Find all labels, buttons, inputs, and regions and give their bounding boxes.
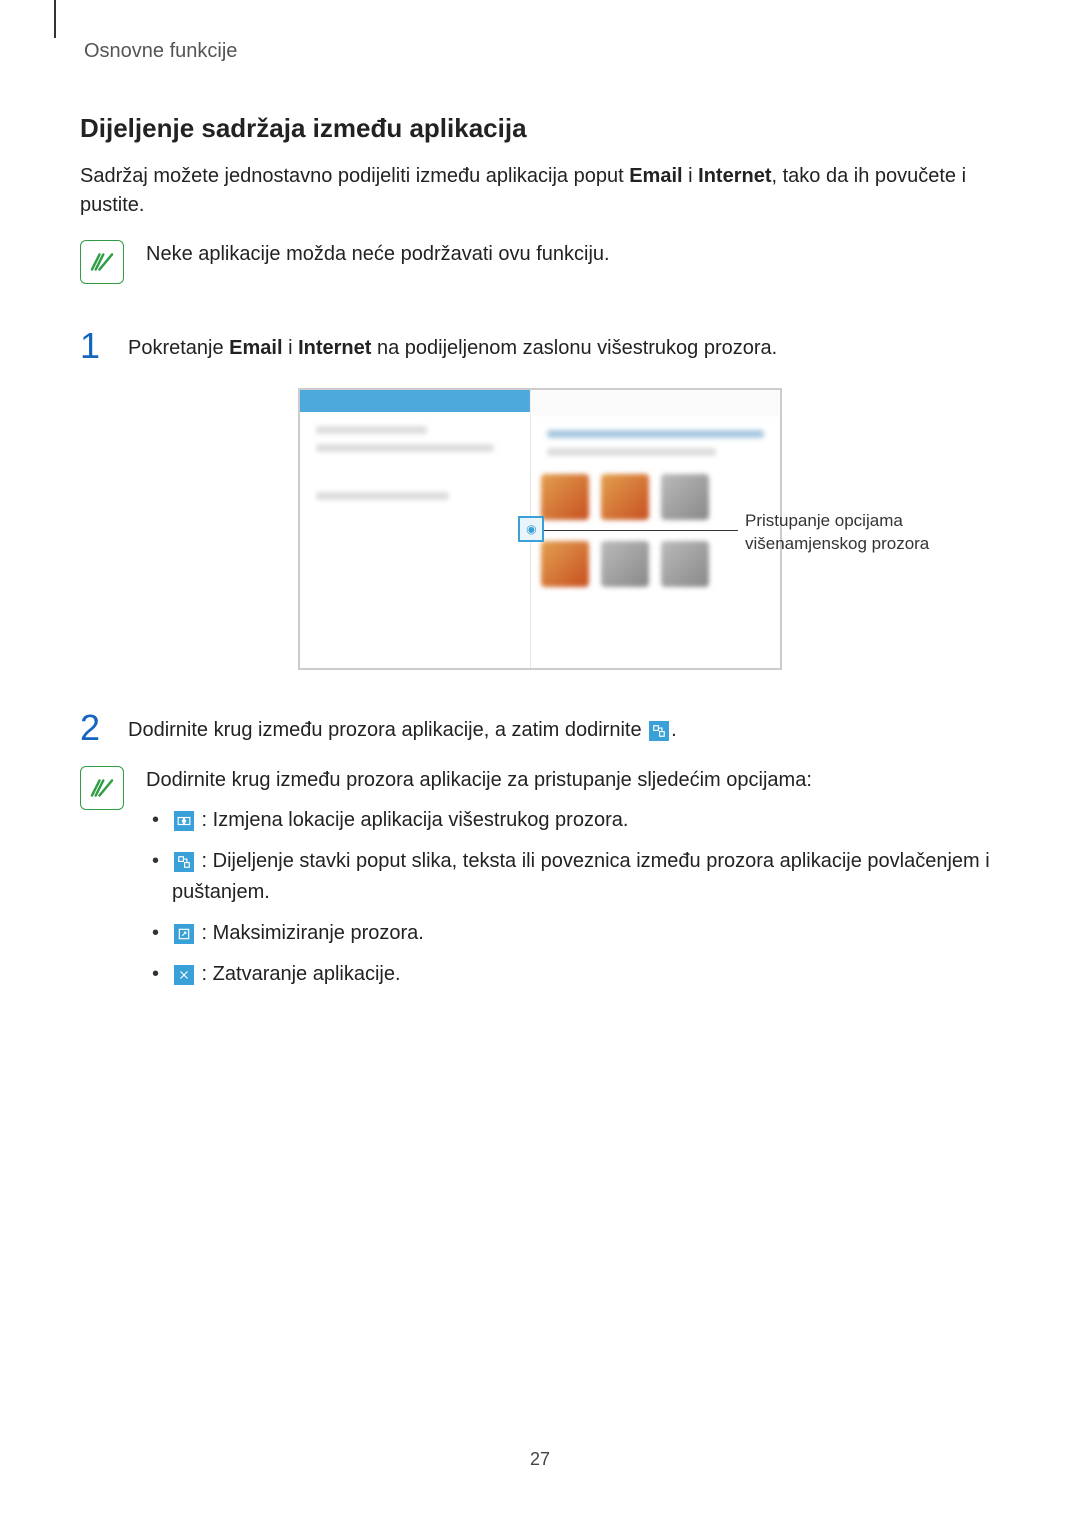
options-list: : Izmjena lokacije aplikacija višestruko… (146, 805, 1000, 990)
maximize-icon (174, 924, 194, 944)
step1-b1: Email (229, 337, 282, 359)
note-icon (80, 766, 124, 810)
option-close: : Zatvaranje aplikacije. (146, 959, 1000, 990)
option-maximize: : Maksimiziranje prozora. (146, 918, 1000, 949)
page-edge-mark (54, 0, 56, 38)
option-swap-text: : Izmjena lokacije aplikacija višestruko… (196, 809, 628, 831)
step-1: 1 Pokretanje Email i Internet na podijel… (80, 328, 1000, 364)
intro-mid1: i (683, 165, 699, 187)
step1-b2: Internet (298, 337, 371, 359)
option-share-text: : Dijeljenje stavki poput slika, teksta … (172, 850, 990, 903)
option-close-text: : Zatvaranje aplikacije. (196, 963, 401, 985)
split-screen-figure: ◉ (298, 388, 782, 670)
step-2-body: Dodirnite krug između prozora aplikacije… (128, 710, 1000, 745)
note-text-1: Neke aplikacije možda neće podržavati ov… (146, 240, 1000, 269)
step2-pre: Dodirnite krug između prozora aplikacije… (128, 719, 647, 741)
figure-wrap: ◉ Pristupanje opcijama višenamjenskog pr… (80, 388, 1000, 670)
step1-pre: Pokretanje (128, 337, 229, 359)
note-block-2: Dodirnite krug između prozora aplikacije… (80, 766, 1000, 1000)
option-swap: : Izmjena lokacije aplikacija višestruko… (146, 805, 1000, 836)
intro-bold-internet: Internet (698, 165, 771, 187)
note2-lead: Dodirnite krug između prozora aplikacije… (146, 766, 1000, 795)
figure-pane-right (530, 390, 780, 668)
multiwindow-handle-icon: ◉ (518, 516, 544, 542)
callout-line (535, 530, 738, 531)
note-block-1: Neke aplikacije možda neće podržavati ov… (80, 240, 1000, 284)
running-header: Osnovne funkcije (84, 40, 1000, 63)
swap-icon (174, 811, 194, 831)
share-icon (174, 852, 194, 872)
intro-bold-email: Email (629, 165, 682, 187)
step1-post: na podijeljenom zaslonu višestrukog proz… (371, 337, 777, 359)
step2-post: . (671, 719, 677, 741)
step-1-body: Pokretanje Email i Internet na podijelje… (128, 328, 1000, 363)
intro-paragraph: Sadržaj možete jednostavno podijeliti iz… (80, 162, 1000, 220)
page-number: 27 (0, 1449, 1080, 1470)
option-share: : Dijeljenje stavki poput slika, teksta … (146, 846, 1000, 908)
share-icon (649, 721, 669, 741)
close-icon (174, 965, 194, 985)
note-icon (80, 240, 124, 284)
figure-pane-left (300, 390, 530, 668)
option-max-text: : Maksimiziranje prozora. (196, 922, 424, 944)
section-title: Dijeljenje sadržaja između aplikacija (80, 113, 1000, 144)
note-2-content: Dodirnite krug između prozora aplikacije… (146, 766, 1000, 1000)
step1-mid: i (283, 337, 299, 359)
intro-pre: Sadržaj možete jednostavno podijeliti iz… (80, 165, 629, 187)
callout-text: Pristupanje opcijama višenamjenskog proz… (745, 510, 945, 556)
step-1-number: 1 (80, 328, 110, 364)
step-2: 2 Dodirnite krug između prozora aplikaci… (80, 710, 1000, 746)
step-2-number: 2 (80, 710, 110, 746)
